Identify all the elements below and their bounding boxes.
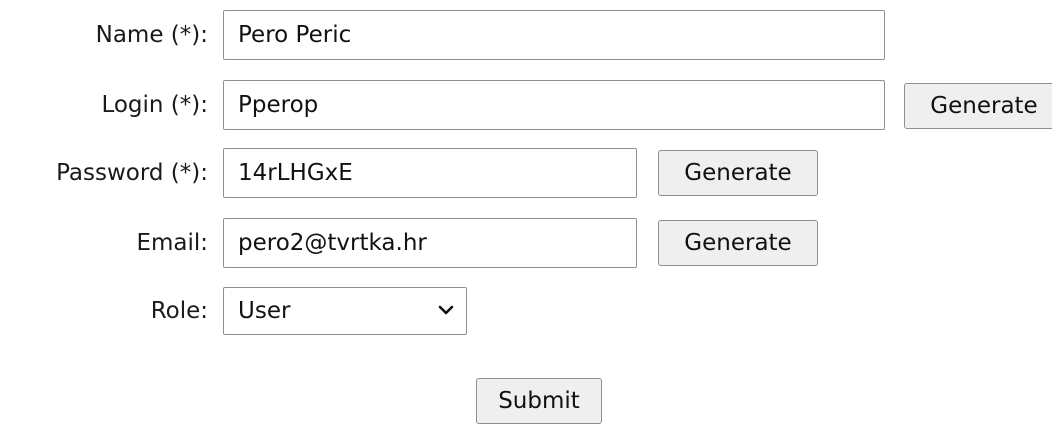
login-input[interactable] (223, 80, 885, 130)
generate-login-button[interactable]: Generate (904, 83, 1052, 129)
role-select[interactable]: User (223, 287, 467, 335)
password-input[interactable] (223, 148, 637, 198)
name-label: Name (*): (95, 22, 208, 48)
submit-button[interactable]: Submit (476, 378, 602, 424)
name-input[interactable] (223, 10, 885, 60)
email-label: Email: (136, 230, 208, 256)
generate-password-button[interactable]: Generate (658, 150, 818, 196)
email-input[interactable] (223, 218, 637, 268)
chevron-down-icon (438, 305, 454, 315)
password-label: Password (*): (56, 160, 208, 186)
login-label: Login (*): (101, 92, 208, 118)
role-label: Role: (150, 298, 208, 324)
generate-email-button[interactable]: Generate (658, 220, 818, 266)
role-selected-value: User (238, 298, 291, 324)
